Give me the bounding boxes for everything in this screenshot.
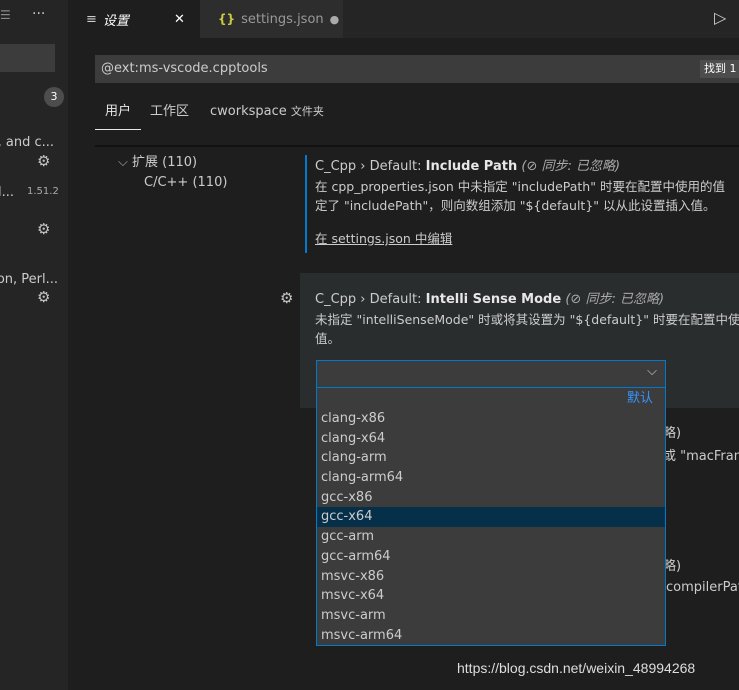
results-count: 找到 1: [700, 60, 739, 78]
tab-folder[interactable]: cworkspace 文件夹: [210, 100, 324, 124]
run-icon[interactable]: ▷: [714, 8, 726, 27]
dropdown-option[interactable]: gcc-x86: [317, 488, 665, 508]
close-icon[interactable]: ✕: [174, 12, 185, 27]
toc-group-extensions[interactable]: ⌵ 扩展 (110): [118, 151, 197, 170]
count-badge: 3: [44, 87, 64, 107]
dropdown-option[interactable]: msvc-arm: [317, 606, 665, 626]
dropdown-option[interactable]: msvc-x64: [317, 586, 665, 606]
dropdown-option[interactable]: clang-arm: [317, 448, 665, 468]
gear-icon[interactable]: ⚙: [280, 289, 293, 307]
watermark: https://blog.csdn.net/weixin_48994268: [457, 660, 696, 676]
extension-item-text[interactable]: l...: [0, 185, 14, 200]
dropdown-option[interactable]: msvc-arm64: [317, 626, 665, 646]
settings-list-icon: ≡: [86, 11, 97, 27]
toc-item-cpp[interactable]: C/C++ (110): [144, 175, 227, 190]
clear-icon[interactable]: ☰: [0, 8, 11, 22]
dropdown-option[interactable]: gcc-arm: [317, 527, 665, 547]
dropdown-option[interactable]: clang-arm64: [317, 468, 665, 488]
setting-include-path: C_Cpp › Default: Include Path (⊘ 同步: 已忽略…: [305, 155, 739, 253]
default-label: 默认: [626, 391, 653, 406]
unsaved-dot-icon[interactable]: ●: [330, 13, 340, 26]
settings-search-input[interactable]: @ext:ms-vscode.cpptools 找到 1: [95, 55, 739, 83]
dropdown-option[interactable]: gcc-x64: [317, 507, 665, 528]
dropdown-option[interactable]: gcc-arm64: [317, 547, 665, 567]
intellisense-mode-select[interactable]: ⌵: [316, 360, 666, 388]
tab-settings[interactable]: ≡ 设置 ✕: [68, 0, 200, 38]
extension-item-text[interactable]: , and c...: [0, 135, 54, 150]
tab-user[interactable]: 用户: [95, 100, 141, 130]
dropdown-option[interactable]: msvc-x86: [317, 567, 665, 587]
json-braces-icon: {}: [218, 12, 236, 26]
gear-icon[interactable]: ⚙: [37, 288, 50, 306]
gear-icon[interactable]: ⚙: [37, 152, 50, 170]
extension-search-input[interactable]: [0, 44, 55, 72]
editor-tabs: ≡ 设置 ✕ {} settings.json ● ▷: [68, 0, 739, 38]
gear-icon[interactable]: ⚙: [37, 220, 50, 238]
sync-ignored-icon: ⊘: [570, 292, 582, 307]
tab-settings-json[interactable]: {} settings.json ●: [200, 0, 343, 38]
more-actions-icon[interactable]: ···: [32, 6, 45, 22]
dropdown-option[interactable]: clang-x64: [317, 429, 665, 449]
edit-in-settings-json-link[interactable]: 在 settings.json 中编辑: [315, 229, 739, 248]
dropdown-list: 默认 clang-x86 clang-x64 clang-arm clang-arm6…: [316, 388, 666, 646]
sync-ignored-icon: ⊘: [526, 159, 538, 174]
extension-version: 1.51.2: [27, 186, 59, 197]
extensions-sidebar: ☰ ··· 3 , and c... ⚙ l... 1.51.2 ⚙ on, P…: [0, 0, 68, 690]
chevron-down-icon: ⌵: [647, 364, 657, 379]
dropdown-option[interactable]: clang-x86: [317, 409, 665, 429]
scope-tabs: 用户 工作区 cworkspace 文件夹: [95, 100, 739, 130]
divider: [95, 145, 739, 147]
tab-workspace[interactable]: 工作区: [150, 100, 189, 124]
extension-item-text[interactable]: on, Perl...: [0, 272, 58, 287]
